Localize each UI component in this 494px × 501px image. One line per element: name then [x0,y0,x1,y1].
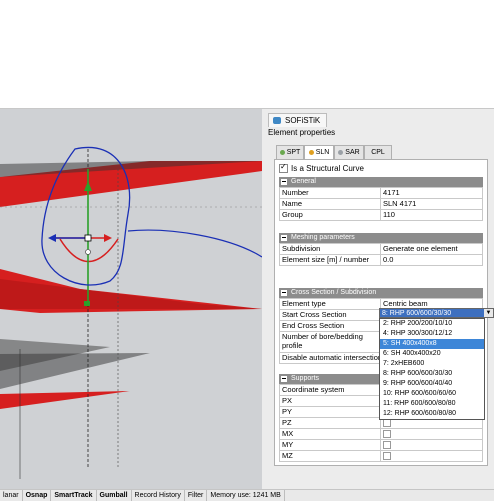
chevron-down-icon[interactable]: ▼ [484,309,493,317]
meshing-title: Meshing parameters [291,234,355,241]
row-label: MZ [280,451,381,461]
tab-sln-label: SLN [315,149,330,156]
table-row: Group 110 [280,210,483,221]
table-row: MZ [280,451,483,462]
row-label: Disable automatic intersection [282,353,381,363]
row-value[interactable]: SLN 4171 [381,199,483,209]
dropdown-option[interactable]: 10: RHP 600/600/60/60 [380,389,484,399]
status-memory-use: Memory use: 1241 MB [207,490,285,501]
my-checkbox[interactable] [383,441,391,449]
mx-checkbox[interactable] [383,430,391,438]
table-row: Name SLN 4171 [280,199,483,210]
row-label: End Cross Section [280,321,381,331]
collapse-icon[interactable] [281,179,287,185]
lower-plane-dark [0,353,150,389]
collapse-icon[interactable] [281,235,287,241]
tab-cpl-label: CPL [371,149,385,156]
viewport-drawing [0,146,262,479]
pz-checkbox[interactable] [383,419,391,427]
cross-section-header[interactable]: Cross Section / Subdivision [279,288,483,298]
status-gumball[interactable]: Gumball [97,490,132,501]
table-row: Element size [m] / number 0.0 [280,255,483,266]
row-label: MY [280,440,381,450]
meshing-section: Meshing parameters Subdivision Generate o… [279,233,483,266]
table-row: Number 4171 [280,188,483,199]
sofistik-icon [273,117,281,124]
general-title: General [291,178,316,185]
cross-section-dropdown: 2: RHP 200/200/10/10 4: RHP 300/300/12/1… [379,318,485,420]
mz-checkbox[interactable] [383,452,391,460]
lower-slab [0,391,130,409]
dropdown-option[interactable]: 12: RHP 600/600/80/80 [380,409,484,419]
row-label: PY [280,407,381,417]
table-row: MX [280,429,483,440]
status-bar: lanar Osnap SmartTrack Gumball Record Histor… [0,489,494,501]
general-header[interactable]: General [279,177,483,187]
row-label: Group [280,210,381,220]
row-label: Name [280,199,381,209]
status-planar[interactable]: lanar [0,490,23,501]
dropdown-option-highlighted[interactable]: 5: SH 400x400x8 [380,339,484,349]
structural-curve-row[interactable]: Is a Structural Curve [279,162,364,174]
row-label: Element type [280,299,381,309]
row-label: Start Cross Section [280,310,381,320]
tab-sar[interactable]: SAR [334,145,364,160]
table-row: Subdivision Generate one element [280,244,483,255]
start-cross-section-select[interactable]: 8: RHP 600/600/30/30 ▼ [379,308,494,318]
general-section: General Number 4171 Name SLN 4171 Group 110 [279,177,483,221]
row-label: Number [280,188,381,198]
panel-title: SOFiSTiK [285,116,321,125]
3d-viewport[interactable] [0,109,262,489]
top-blank-area [0,0,494,108]
collapse-icon[interactable] [281,290,287,296]
meshing-header[interactable]: Meshing parameters [279,233,483,243]
dropdown-option[interactable]: 11: RHP 600/600/80/80 [380,399,484,409]
dropdown-option[interactable]: 2: RHP 200/200/10/10 [380,319,484,329]
row-label: Subdivision [280,244,381,254]
structural-curve-checkbox[interactable] [279,162,288,174]
collapse-icon[interactable] [281,376,287,382]
sar-icon [338,149,344,155]
row-label: Number of bore/bedding profile [280,332,381,352]
dropdown-option[interactable]: 9: RHP 600/600/40/40 [380,379,484,389]
tab-spt-label: SPT [286,149,301,156]
dropdown-option[interactable]: 7: 2xHEB600 [380,359,484,369]
row-value[interactable]: 110 [381,210,483,220]
row-value[interactable]: 0.0 [381,255,483,265]
status-record-history[interactable]: Record History [132,490,185,501]
sofistik-panel-tab[interactable]: SOFiSTiK [268,113,328,127]
status-osnap[interactable]: Osnap [23,490,52,501]
row-value[interactable]: 4171 [381,188,483,198]
row-value[interactable]: Generate one element [381,244,483,254]
structural-curve-label: Is a Structural Curve [291,164,364,173]
spt-icon [279,149,285,155]
row-label: Element size [m] / number [280,255,381,265]
sln-icon [308,149,314,155]
tab-cpl[interactable]: CPL [364,145,392,160]
dropdown-option[interactable]: 4: RHP 300/300/12/12 [380,329,484,339]
row-label: PZ [280,418,381,428]
row-label: MX [280,429,381,439]
dropdown-option[interactable]: 8: RHP 600/600/30/30 [380,369,484,379]
cross-section-title: Cross Section / Subdivision [291,289,377,296]
sofistik-panel: SOFiSTiK Element properties SPT SLN SAR … [262,109,494,489]
dropdown-option[interactable]: 6: SH 400x400x20 [380,349,484,359]
supports-title: Supports [291,375,320,382]
row-label: PX [280,396,381,406]
tab-sar-label: SAR [345,149,360,156]
table-row: MY [280,440,483,451]
select-value: 8: RHP 600/600/30/30 [382,310,452,317]
panel-subtitle: Element properties [268,128,336,137]
tab-spt[interactable]: SPT [276,145,304,160]
status-filter[interactable]: Filter [185,490,208,501]
status-smarttrack[interactable]: SmartTrack [51,490,97,501]
row-label: Coordinate system [280,385,381,395]
